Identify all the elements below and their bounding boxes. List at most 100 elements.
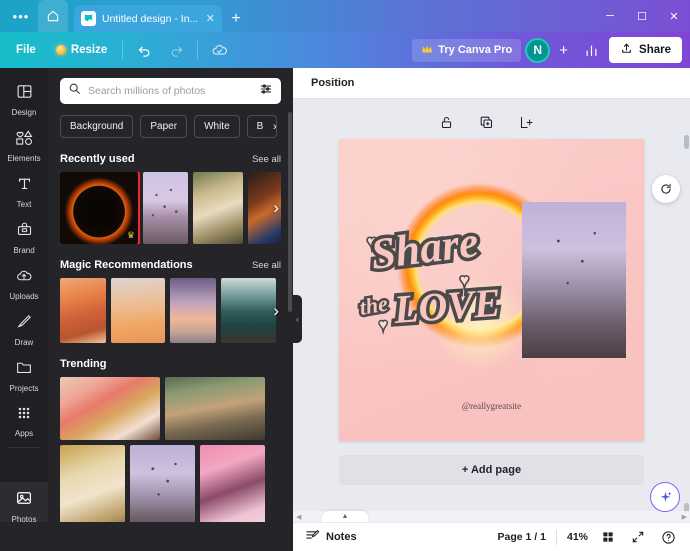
- resize-button[interactable]: Resize: [48, 39, 115, 61]
- search-input[interactable]: [88, 85, 252, 97]
- share-the-love-logo[interactable]: ♥ ♥ ♥ Share the LOVE: [355, 207, 506, 347]
- thumb-mountain-lake-photo[interactable]: [221, 278, 276, 343]
- trending-wide-row: [60, 377, 281, 440]
- sidebar-item-draw[interactable]: Draw: [0, 306, 48, 352]
- sidebar-item-elements[interactable]: Elements: [0, 122, 48, 168]
- sidebar-item-brand[interactable]: Brand: [0, 214, 48, 260]
- status-bar-right: Page 1 / 1 41%: [498, 527, 678, 547]
- filter-chip-background[interactable]: Background: [60, 115, 134, 138]
- cloud-saved-icon[interactable]: [205, 37, 233, 63]
- sidebar-label-apps: Apps: [14, 429, 34, 438]
- maximize-button[interactable]: ☐: [626, 0, 658, 32]
- tab-strip-left-controls: •••: [0, 0, 74, 32]
- new-tab-button[interactable]: +: [222, 5, 250, 32]
- redo-icon[interactable]: [162, 37, 190, 63]
- timeline-pull-tab[interactable]: ▲: [322, 511, 368, 522]
- editor-scroll-up[interactable]: [684, 135, 689, 149]
- photos-panel: Background Paper White B › Recently used…: [48, 68, 293, 551]
- status-bar: Notes Page 1 / 1 41%: [293, 522, 690, 551]
- filter-sliders-icon[interactable]: [259, 82, 273, 101]
- thumb-shoreline-photo[interactable]: [170, 278, 216, 343]
- sidebar-item-design[interactable]: Design: [0, 76, 48, 122]
- browser-tab[interactable]: Untitled design - In... ✕: [74, 5, 222, 32]
- position-toolbar: Position: [293, 68, 690, 99]
- thumb-balloons-photo[interactable]: [143, 172, 188, 244]
- add-page-button[interactable]: + Add page: [339, 455, 644, 485]
- file-menu-button[interactable]: File: [8, 39, 44, 61]
- notes-label: Notes: [326, 531, 357, 543]
- rail-divider: [7, 447, 41, 448]
- avatar[interactable]: N: [525, 37, 551, 63]
- sidebar-item-apps[interactable]: Apps: [0, 398, 48, 443]
- close-icon[interactable]: ✕: [206, 12, 215, 25]
- see-all-magic-recommendations[interactable]: See all: [252, 260, 281, 271]
- panel-scrollbar[interactable]: [288, 112, 292, 312]
- thumb-desert-dunes-photo[interactable]: [111, 278, 165, 343]
- sidebar-item-text[interactable]: Text: [0, 168, 48, 214]
- design-grid-icon: [16, 83, 33, 105]
- zoom-level[interactable]: 41%: [567, 531, 588, 543]
- see-all-recently-used[interactable]: See all: [252, 154, 281, 165]
- help-question-icon[interactable]: [658, 527, 678, 547]
- home-icon[interactable]: [38, 0, 68, 32]
- filter-chip-paper[interactable]: Paper: [140, 115, 188, 138]
- sidebar-item-projects[interactable]: Projects: [0, 352, 48, 398]
- chevron-left-icon: ‹: [296, 314, 299, 324]
- filter-chip-partial[interactable]: B ›: [246, 115, 277, 138]
- thumb-beach-sunset-photo[interactable]: [60, 278, 106, 343]
- sidebar-label-brand: Brand: [13, 246, 35, 255]
- text-t-icon: [16, 175, 33, 197]
- undo-icon[interactable]: [130, 37, 158, 63]
- overflow-dots-icon[interactable]: •••: [6, 3, 36, 29]
- crown-icon: [421, 44, 433, 57]
- crown-icon: ♛: [126, 230, 135, 240]
- chevron-right-icon: ›: [272, 120, 277, 133]
- next-arrow-recently-used[interactable]: ›: [273, 198, 279, 218]
- resize-label: Resize: [70, 44, 108, 56]
- search-icon: [68, 82, 81, 100]
- scroll-right-arrow[interactable]: ▶: [679, 513, 690, 521]
- magic-resize-icon: [55, 45, 66, 55]
- filter-chip-white[interactable]: White: [194, 115, 240, 138]
- panel-collapse-handle[interactable]: ‹: [293, 295, 302, 343]
- design-page[interactable]: ♥ ♥ ♥ Share the LOVE @reallygreatsite: [339, 139, 644, 441]
- position-button[interactable]: Position: [305, 73, 360, 93]
- heart-bottom: ♥: [379, 318, 387, 333]
- search-bar[interactable]: [60, 78, 281, 104]
- scroll-left-arrow[interactable]: ◀: [293, 513, 304, 521]
- thumb-woman-flowers-photo[interactable]: [193, 172, 243, 244]
- thumb-flowers-bouquet-photo[interactable]: [60, 377, 160, 440]
- magic-sparkle-icon[interactable]: [650, 482, 680, 512]
- minimize-button[interactable]: ─: [594, 0, 626, 32]
- sidebar-item-uploads[interactable]: Uploads: [0, 260, 48, 306]
- balloon-photo-element[interactable]: [522, 202, 626, 358]
- headline-line3: LOVE: [391, 280, 502, 332]
- next-arrow-magic-recommendations[interactable]: ›: [273, 301, 279, 321]
- grid-view-icon[interactable]: [598, 527, 618, 547]
- replace-rotate-icon[interactable]: [652, 175, 680, 203]
- try-canva-pro-button[interactable]: Try Canva Pro: [412, 38, 522, 62]
- thumb-fire-ring-photo[interactable]: ♛: [60, 172, 140, 244]
- bar-chart-icon[interactable]: [577, 37, 605, 63]
- sidebar-label-uploads: Uploads: [9, 292, 39, 301]
- section-title-trending: Trending: [60, 358, 107, 370]
- element-action-toolbar: [293, 99, 690, 133]
- close-window-button[interactable]: ✕: [658, 0, 690, 32]
- recently-used-row: ♛ ›: [60, 172, 281, 244]
- add-member-button[interactable]: +: [554, 40, 573, 61]
- photos-image-icon: [15, 489, 33, 512]
- notes-icon: [305, 528, 320, 546]
- lock-icon[interactable]: [436, 111, 458, 133]
- headline-line1: Share: [368, 217, 481, 279]
- export-icon[interactable]: [516, 111, 538, 133]
- apps-grid-icon: [16, 405, 32, 426]
- logo-artwork: ♥ ♥ ♥ Share the LOVE: [355, 214, 506, 336]
- editor-area: Position ♥ ♥ ♥ Share the LOVE @reallygre…: [293, 68, 690, 551]
- notes-button[interactable]: Notes: [305, 528, 357, 546]
- thumb-porch-window-photo[interactable]: [165, 377, 265, 440]
- duplicate-icon[interactable]: [476, 111, 498, 133]
- share-button[interactable]: Share: [609, 37, 682, 63]
- fullscreen-icon[interactable]: [628, 527, 648, 547]
- elements-shapes-icon: [15, 129, 34, 151]
- filter-chip-row: Background Paper White B ›: [60, 115, 281, 138]
